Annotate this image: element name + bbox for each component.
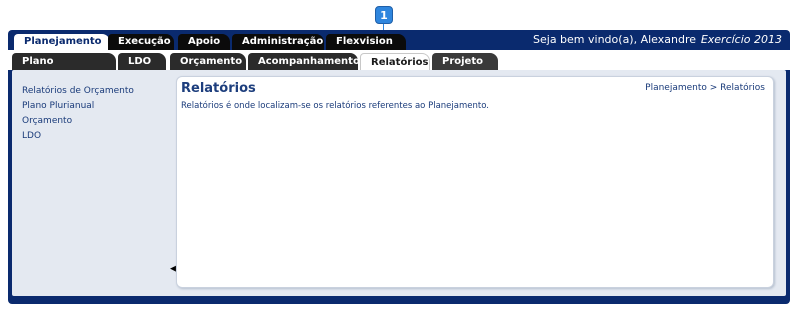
- page-title: Relatórios: [181, 81, 256, 96]
- welcome-message: Seja bem vindo(a), Alexandre: [533, 33, 696, 46]
- sidebar-item-orcamento[interactable]: Orçamento: [22, 114, 172, 129]
- subtab-acompanhamento[interactable]: Acompanhamento: [248, 53, 360, 70]
- app-window: Planejamento Execução Apoio Administraçã…: [8, 30, 790, 304]
- sidebar-item-ldo[interactable]: LDO: [22, 129, 172, 144]
- tab-flexvision[interactable]: Flexvision: [326, 34, 406, 50]
- breadcrumb: Planejamento > Relatórios: [645, 83, 765, 93]
- exercicio-label: Exercício 2013: [700, 33, 782, 46]
- page-description: Relatórios é onde localizam-se os relató…: [181, 101, 489, 111]
- subtab-ldo[interactable]: LDO: [118, 53, 166, 70]
- tab-execucao[interactable]: Execução: [108, 34, 174, 50]
- subtab-relatorios[interactable]: Relatórios: [360, 53, 430, 70]
- subtab-plano-plurianual[interactable]: Plano Plurianual: [12, 53, 116, 84]
- tab-apoio[interactable]: Apoio: [178, 34, 230, 50]
- callout-marker: 1: [375, 6, 393, 24]
- sidebar-item-relatorios-orcamento[interactable]: Relatórios de Orçamento: [22, 84, 172, 99]
- top-navigation: Planejamento Execução Apoio Administraçã…: [8, 30, 790, 50]
- content-area: Relatórios Relatórios é onde localizam-s…: [176, 76, 774, 288]
- subtab-orcamento[interactable]: Orçamento: [170, 53, 246, 70]
- sub-navigation: Plano Plurianual LDO Orçamento Acompanha…: [8, 50, 790, 84]
- tab-administracao[interactable]: Administração: [232, 34, 324, 50]
- main-panel: Relatórios de Orçamento Plano Plurianual…: [12, 70, 786, 296]
- sidebar-item-plano-plurianual[interactable]: Plano Plurianual: [22, 99, 172, 114]
- sidebar-menu: Relatórios de Orçamento Plano Plurianual…: [22, 84, 172, 144]
- tab-planejamento[interactable]: Planejamento: [14, 34, 110, 50]
- subtab-projeto[interactable]: Projeto: [432, 53, 498, 70]
